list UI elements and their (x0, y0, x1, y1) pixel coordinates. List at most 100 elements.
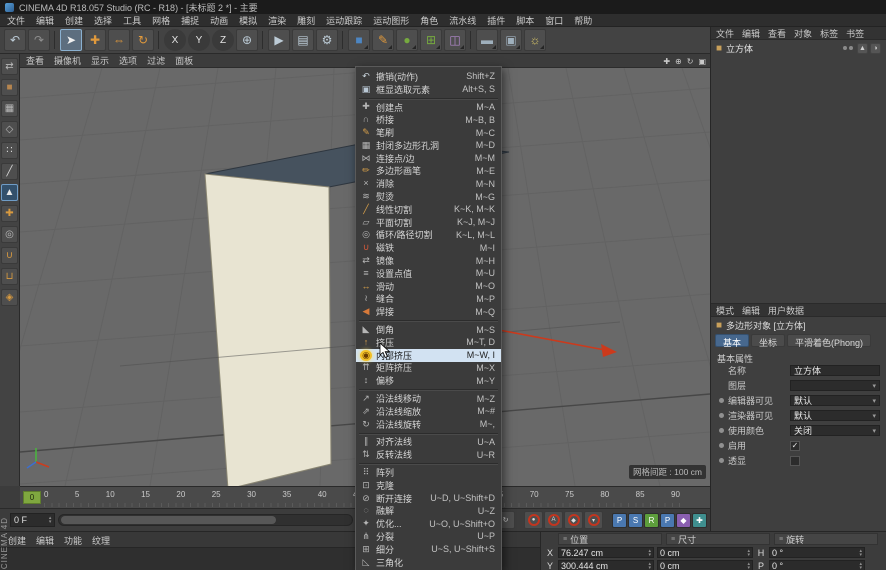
menu-item[interactable]: 工具 (123, 14, 141, 27)
context-menu-item[interactable]: ◌ 融解 U~Z (356, 505, 501, 518)
render-picture-viewer-button[interactable]: ▤ (292, 29, 314, 51)
menu-item[interactable]: 窗口 (545, 14, 563, 27)
scrollbar-handle[interactable] (61, 516, 276, 524)
context-menu-item[interactable]: ∪ 磁铁 M~I (356, 241, 501, 254)
context-menu-item[interactable]: ↕ 偏移 M~Y (356, 374, 501, 387)
instance-tools-button[interactable]: ⊞ (420, 29, 442, 51)
context-menu-item[interactable]: ✚ 创建点 M~A (356, 101, 501, 114)
coordinate-column-header[interactable]: ≡位置 (558, 533, 662, 545)
position-field[interactable]: 300.444 cm▴▾ (558, 560, 654, 570)
object-manager-menu-item[interactable]: 查看 (768, 27, 786, 40)
toggle-record-position[interactable]: P (612, 513, 627, 528)
polygons-mode-button[interactable]: ▲ (1, 184, 18, 201)
context-menu-item[interactable]: ⋈ 连接点/边 M~M (356, 152, 501, 165)
z-axis-lock[interactable]: Z (212, 29, 234, 51)
menu-item[interactable]: 文件 (7, 14, 25, 27)
menu-item[interactable]: 网格 (152, 14, 170, 27)
spinner-icon[interactable]: ▴▾ (859, 549, 862, 557)
context-menu-item[interactable]: × 消除 M~N (356, 177, 501, 190)
attribute-tab[interactable]: 坐标 (751, 334, 785, 347)
viewport-menu-item[interactable]: 选项 (119, 54, 137, 67)
object-manager-menu-item[interactable]: 书签 (846, 27, 864, 40)
edges-mode-button[interactable]: ╱ (1, 163, 18, 180)
y-axis-lock[interactable]: Y (188, 29, 210, 51)
object-row-cube[interactable]: ■ 立方体 ▲◑ (711, 40, 886, 56)
redo-button[interactable]: ↷ (28, 29, 50, 51)
coordinate-column-header[interactable]: ≡尺寸 (666, 533, 770, 545)
spinner-icon[interactable]: ▴▾ (747, 562, 750, 570)
context-menu-item[interactable]: ↶ 撤销(动作) Shift+Z (356, 70, 501, 83)
material-menu-item[interactable]: 编辑 (36, 534, 54, 547)
viewport-menu-item[interactable]: 查看 (26, 54, 44, 67)
attribute-manager-menu-item[interactable]: 模式 (716, 304, 734, 317)
context-menu-item[interactable]: ⋔ 分裂 U~P (356, 530, 501, 543)
attribute-dropdown[interactable]: ▾ (790, 380, 880, 391)
menu-item[interactable]: 脚本 (516, 14, 534, 27)
toggle-record-pla[interactable]: ◆ (676, 513, 691, 528)
lock-axis-button[interactable]: ◈ (1, 289, 18, 306)
menu-item[interactable]: 选择 (94, 14, 112, 27)
menu-item[interactable]: 创建 (65, 14, 83, 27)
keyframe-selection-button[interactable]: ◆ (564, 511, 583, 529)
context-menu-item[interactable]: ∩ 桥接 M~B, B (356, 113, 501, 126)
menu-item[interactable]: 运动图形 (373, 14, 409, 27)
attribute-checkbox[interactable] (790, 456, 800, 466)
attribute-dropdown[interactable]: 关闭▾ (790, 425, 880, 436)
environment-tools-button[interactable]: ▬ (476, 29, 498, 51)
object-manager-menu-item[interactable]: 对象 (794, 27, 812, 40)
context-menu-item[interactable]: ⇄ 镜像 M~H (356, 254, 501, 267)
spinner-icon[interactable]: ▴▾ (648, 549, 651, 557)
context-menu-item[interactable]: ✦ 优化... U~O, U~Shift+O (356, 517, 501, 530)
render-settings-button[interactable]: ⚙ (316, 29, 338, 51)
current-frame-field[interactable]: 0 F▴▾ (10, 513, 55, 527)
context-menu-item[interactable]: ✎ 笔刷 M~C (356, 126, 501, 139)
camera-tools-button[interactable]: ▣ (500, 29, 522, 51)
deformer-tools-button[interactable]: ◫ (444, 29, 466, 51)
context-menu-item[interactable]: ◺ 三角化 (356, 556, 501, 569)
make-editable-button[interactable]: ⇄ (1, 58, 18, 75)
spinner-icon[interactable]: ▴▾ (648, 562, 651, 570)
viewport-toggle-icon[interactable]: ▣ (698, 57, 706, 66)
toggle-record-scale[interactable]: S (628, 513, 643, 528)
material-menu-item[interactable]: 功能 (64, 534, 82, 547)
axis-mode-button[interactable]: ✚ (1, 205, 18, 222)
viewport-menu-item[interactable]: 过滤 (147, 54, 165, 67)
primitive-cube-button[interactable]: ■ (348, 29, 370, 51)
x-axis-lock[interactable]: X (164, 29, 186, 51)
context-menu-item[interactable]: ◣ 倒角 M~S (356, 323, 501, 336)
position-field[interactable]: 76.247 cm▴▾ (558, 547, 654, 558)
context-menu-item[interactable]: ⠿ 阵列 (356, 466, 501, 479)
context-menu-item[interactable]: ↻ 沿法线旋转 M~, (356, 418, 501, 431)
camera-rotate-icon[interactable]: ↻ (687, 57, 694, 66)
attribute-dropdown[interactable]: 默认▾ (790, 410, 880, 421)
material-menu-item[interactable]: 创建 (8, 534, 26, 547)
context-menu-item[interactable]: ▣ 框显选取元素 Alt+S, S (356, 83, 501, 96)
move-tool[interactable]: ✚ (84, 29, 106, 51)
context-menu-item[interactable]: ⇗ 沿法线缩放 M~# (356, 405, 501, 418)
spinner-icon[interactable]: ▴▾ (747, 549, 750, 557)
context-menu-item[interactable]: ◎ 循环/路径切割 K~L, M~L (356, 229, 501, 242)
object-manager-menu-item[interactable]: 文件 (716, 27, 734, 40)
attribute-tab[interactable]: 平滑着色(Phong) (787, 334, 871, 347)
phong-tag[interactable]: ◑ (870, 43, 881, 54)
attribute-checkbox[interactable]: ✓ (790, 441, 800, 451)
context-menu-item[interactable]: ∥ 对齐法线 U~A (356, 436, 501, 449)
context-menu-item[interactable]: ≡ 设置点值 M~U (356, 267, 501, 280)
coordinate-column-header[interactable]: ≡旋转 (774, 533, 878, 545)
context-menu-item[interactable]: ⇅ 反转法线 U~R (356, 448, 501, 461)
record-options-button[interactable]: ▾ (584, 511, 603, 529)
workplane-mode-button[interactable]: ◇ (1, 121, 18, 138)
context-menu-item[interactable]: ⊡ 克隆 (356, 479, 501, 492)
context-menu-item[interactable]: ↗ 沿法线移动 M~Z (356, 392, 501, 405)
toggle-record-rotation[interactable]: R (644, 513, 659, 528)
viewport-menu-item[interactable]: 摄像机 (54, 54, 81, 67)
menu-item[interactable]: 雕刻 (297, 14, 315, 27)
render-view-button[interactable]: ▶ (268, 29, 290, 51)
snap-mode-button[interactable]: ∪ (1, 247, 18, 264)
attribute-manager-menu-item[interactable]: 编辑 (742, 304, 760, 317)
attribute-dropdown[interactable]: 默认▾ (790, 395, 880, 406)
context-menu-item[interactable]: ↑ 挤压 M~T, D (356, 336, 501, 349)
context-menu-item[interactable]: ⊘ 断开连接 U~D, U~Shift+D (356, 492, 501, 505)
object-manager-menu-item[interactable]: 编辑 (742, 27, 760, 40)
record-keyframe-button[interactable]: ● (524, 511, 543, 529)
